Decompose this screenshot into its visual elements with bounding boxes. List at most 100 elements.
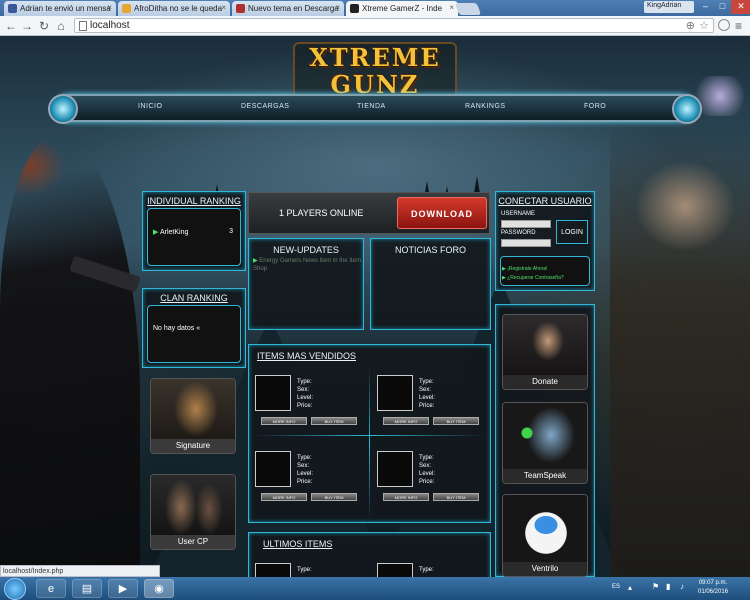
browser-tab[interactable]: Nuevo tema en Descarga ×	[232, 1, 344, 16]
orb-icon	[672, 94, 702, 124]
item-stat-label: Type:	[297, 379, 312, 385]
volume-icon[interactable]: ♪	[680, 582, 684, 591]
browser-tab[interactable]: Adrian te envió un mensa ×	[4, 1, 116, 16]
address-bar: ← → ↻ ⌂ localhost ⊕ ☆ ≡	[0, 16, 750, 36]
donate-card[interactable]: Donate	[502, 314, 588, 390]
item-stat-label: Sex:	[297, 387, 310, 393]
network-icon[interactable]: ▮	[666, 582, 670, 591]
media-player-icon[interactable]: ▶	[108, 579, 138, 598]
item-stat-label: Sex:	[297, 463, 310, 469]
buy-item-button[interactable]: BUY ITEM	[311, 417, 357, 425]
buy-item-button[interactable]: BUY ITEM	[433, 493, 479, 501]
item-thumbnail[interactable]	[255, 451, 291, 487]
close-icon[interactable]: ×	[107, 3, 112, 12]
item-thumbnail[interactable]	[255, 375, 291, 411]
register-link[interactable]: ▶ ¡Registrate Ahora!	[502, 266, 548, 272]
teamspeak-card[interactable]: TeamSpeak	[502, 402, 588, 484]
back-arrow-icon[interactable]: ←	[4, 19, 18, 33]
item-thumbnail[interactable]	[255, 563, 291, 577]
minimize-icon[interactable]: –	[697, 0, 714, 14]
panel-title: NEW-UPDATES	[273, 245, 339, 255]
file-explorer-icon[interactable]: ▤	[72, 579, 102, 598]
arrow-icon: ▶	[153, 229, 159, 236]
orb-icon	[48, 94, 78, 124]
close-icon[interactable]: ×	[335, 3, 340, 12]
username-input[interactable]	[501, 220, 551, 228]
more-info-button[interactable]: MORE INFO	[383, 493, 429, 501]
tray-arrow-icon[interactable]: ▴	[628, 583, 632, 592]
close-window-icon[interactable]: ✕	[731, 0, 750, 14]
buy-item-button[interactable]: BUY ITEM	[311, 493, 357, 501]
item-stats: Type: Sex: Level: Price:	[297, 378, 313, 410]
forum-favicon-icon	[236, 4, 245, 13]
nav-item-descargas[interactable]: DESCARGAS	[241, 103, 289, 110]
extension-icon[interactable]	[718, 19, 730, 31]
language-indicator[interactable]: ES	[612, 584, 620, 590]
web-page: XTREME GUNZ INICIO DESCARGAS TIENDA RANK…	[0, 36, 750, 577]
url-input[interactable]: localhost ⊕ ☆	[74, 18, 714, 33]
clock-time: 09:07 p.m.	[698, 580, 728, 586]
zoom-icon[interactable]: ⊕	[686, 19, 695, 32]
recover-password-link[interactable]: ▶ ¿Recuperar Contraseña?	[502, 275, 564, 281]
ranking-box	[147, 208, 241, 266]
new-updates-panel: NEW-UPDATES ▶ Energy Gamers News Item in…	[248, 238, 364, 330]
forward-arrow-icon[interactable]: →	[20, 19, 34, 33]
signature-card[interactable]: Signature	[150, 378, 236, 454]
nav-item-inicio[interactable]: INICIO	[138, 103, 162, 110]
username-label: USERNAME	[501, 211, 536, 217]
more-info-button[interactable]: MORE INFO	[261, 493, 307, 501]
item-stat-label: Type:	[297, 455, 312, 461]
password-input[interactable]	[501, 239, 551, 247]
nav-item-foro[interactable]: FORO	[584, 103, 606, 110]
item-stats: Type:	[419, 566, 434, 574]
update-item[interactable]: ▶ Energy Gamers News Item in the Item Sh…	[253, 257, 365, 273]
item-thumbnail[interactable]	[377, 451, 413, 487]
panel-title: CLAN RANKING	[160, 293, 228, 303]
buy-item-button[interactable]: BUY ITEM	[433, 417, 479, 425]
nav-item-tienda[interactable]: TIENDA	[357, 103, 386, 110]
new-tab-button[interactable]	[454, 3, 482, 15]
url-text: localhost	[90, 20, 130, 31]
chrome-icon[interactable]: ◉	[144, 579, 174, 598]
usercp-card[interactable]: User CP	[150, 474, 236, 550]
close-icon[interactable]: ×	[449, 3, 454, 12]
browser-tab[interactable]: AfroDitha no se le queda ×	[118, 1, 230, 16]
noticias-foro-panel: NOTICIAS FORO	[370, 238, 491, 330]
star-icon[interactable]: ☆	[699, 19, 709, 32]
panel-title: INDIVIDUAL RANKING	[147, 196, 241, 206]
tab-title: Xtreme GamerZ - Inde	[362, 4, 443, 13]
top-items-panel: ITEMS MAS VENDIDOS Type: Sex: Level: Price:…	[248, 344, 491, 523]
windows-taskbar: e ▤ ▶ ◉ ES ▴ ⚑ ▮ ♪ 09:07 p.m. 01/06/2016	[0, 577, 750, 600]
home-icon[interactable]: ⌂	[54, 19, 68, 33]
internet-explorer-icon[interactable]: e	[36, 579, 66, 598]
login-button[interactable]: LOGIN	[556, 220, 588, 244]
flag-icon[interactable]: ⚑	[652, 582, 659, 591]
item-stat-label: Type:	[297, 567, 312, 573]
item-stat-label: Sex:	[419, 387, 432, 393]
signature-image	[151, 379, 235, 439]
register-text: ¡Registrate Ahora!	[507, 266, 548, 272]
browser-user[interactable]: KingAdrian	[644, 1, 694, 13]
browser-tab-active[interactable]: Xtreme GamerZ - Inde ×	[346, 1, 458, 16]
reload-icon[interactable]: ↻	[37, 19, 51, 33]
download-button[interactable]: DOWNLOAD	[397, 197, 487, 229]
nav-item-rankings[interactable]: RANKINGS	[465, 103, 506, 110]
maximize-icon[interactable]: □	[714, 0, 731, 14]
tab-title: Nuevo tema en Descarga	[248, 4, 339, 13]
item-thumbnail[interactable]	[377, 375, 413, 411]
start-button-icon[interactable]	[4, 578, 26, 600]
item-thumbnail[interactable]	[377, 563, 413, 577]
system-clock[interactable]: 09:07 p.m. 01/06/2016	[698, 579, 728, 597]
ventrilo-card[interactable]: Ventrilo	[502, 494, 588, 577]
login-panel: CONECTAR USUARIO USERNAME PASSWORD LOGIN…	[495, 191, 595, 291]
clan-ranking-panel: CLAN RANKING No hay datos «	[142, 288, 246, 368]
update-text: Energy Gamers News Item in the Item Shop	[253, 258, 361, 272]
password-label: PASSWORD	[501, 230, 536, 236]
more-info-button[interactable]: MORE INFO	[261, 417, 307, 425]
ranking-row[interactable]: ▶ ArletKing 3	[153, 228, 233, 236]
menu-icon[interactable]: ≡	[735, 19, 742, 33]
close-icon[interactable]: ×	[221, 3, 226, 12]
divider	[369, 365, 370, 520]
more-info-button[interactable]: MORE INFO	[383, 417, 429, 425]
page-icon	[79, 21, 87, 31]
